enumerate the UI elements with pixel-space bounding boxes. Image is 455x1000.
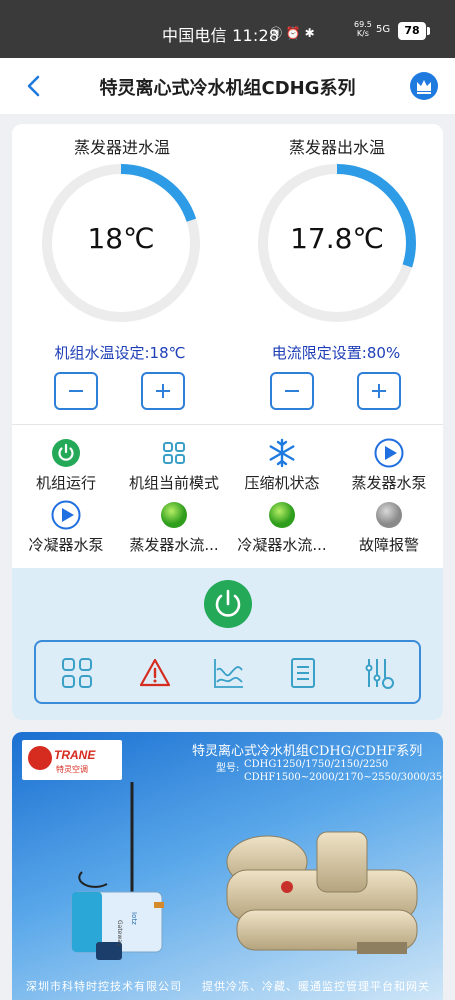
status-label: 机组运行 (35, 474, 96, 492)
battery-icon: 78 (398, 22, 426, 40)
gauge-title-inlet: 蒸发器进水温 (73, 138, 170, 157)
settings-sliders-icon (365, 659, 394, 689)
gauge-inlet: 18℃ (38, 160, 204, 326)
grid-icon (62, 658, 92, 688)
battery-tip (427, 27, 430, 35)
carrier-label: 中国电信 (162, 26, 227, 45)
list-tool-button[interactable] (286, 656, 320, 690)
list-doc-icon (291, 658, 315, 688)
net-speed: 69.5 K/s (354, 20, 372, 38)
status-compressor: 压缩机状态 (228, 438, 336, 493)
status-evaporator-pump: 蒸发器水泵 (335, 438, 443, 493)
banner-model-label: 型号: (216, 763, 240, 774)
banner-company: 深圳市科特时控技术有限公司 (26, 980, 182, 993)
status-fault-alarm: 故障报警 (335, 500, 443, 555)
vip-button[interactable] (410, 72, 438, 100)
current-limit-increase-button[interactable] (357, 372, 401, 410)
gray-dot-icon (374, 500, 404, 530)
status-label: 故障报警 (358, 536, 419, 554)
bluetooth-icon: ✱ (304, 26, 315, 40)
gauge-title-outlet: 蒸发器出水温 (288, 138, 385, 157)
control-area (12, 568, 443, 720)
play-circle-icon (374, 438, 404, 468)
product-banner[interactable]: TRANE 特灵空调 特灵离心式冷水机组CDHG/CDHF系列 型号: CDHG… (12, 732, 443, 1000)
status-label: 冷凝器水流... (237, 536, 327, 554)
banner-model-line1: CDHG1250/1750/2150/2250 (244, 759, 389, 770)
main-panel: 蒸发器进水温 18℃ 蒸发器出水温 17.8℃ 机组水温设定:18℃ 电流限定设… (12, 124, 443, 720)
play-circle-icon (51, 500, 81, 530)
status-condenser-flow: 冷凝器水流... (228, 500, 336, 555)
current-limit-decrease-button[interactable] (270, 372, 314, 410)
status-label: 蒸发器水泵 (351, 474, 427, 492)
alarm-icon: ⏰ (285, 26, 301, 40)
snowflake-icon (267, 438, 297, 468)
settings-tool-button[interactable] (362, 656, 396, 690)
trend-chart-icon (214, 659, 243, 688)
water-temp-increase-button[interactable] (141, 372, 185, 410)
power-button[interactable] (204, 580, 252, 628)
plus-icon (156, 384, 170, 398)
status-evaporator-flow: 蒸发器水流... (120, 500, 228, 555)
green-dot-icon (267, 500, 297, 530)
minus-icon (285, 390, 299, 392)
status-label: 压缩机状态 (244, 474, 320, 492)
status-label: 机组当前模式 (128, 474, 219, 492)
green-dot-icon (159, 500, 189, 530)
status-condenser-pump: 冷凝器水泵 (12, 500, 120, 555)
status-label: 冷凝器水泵 (28, 536, 104, 554)
svg-text:Iotz: Iotz (130, 912, 138, 925)
gauge-value-outlet: 17.8℃ (290, 222, 384, 255)
trane-logo-icon (28, 746, 52, 770)
current-limit-setpoint[interactable]: 电流限定设置:80% (236, 342, 436, 363)
status-unit-running: 机组运行 (12, 438, 120, 493)
status-icons: Ⓝ ⏰ ✱ (270, 24, 315, 41)
alarm-triangle-icon (139, 658, 171, 687)
nfc-icon: Ⓝ (270, 26, 283, 40)
mode-tool-button[interactable] (60, 656, 94, 690)
water-temp-decrease-button[interactable] (54, 372, 98, 410)
banner-model-line2: CDHF1500~2000/2170~2550/3000/3500 (244, 772, 443, 783)
alarm-tool-button[interactable] (138, 656, 172, 690)
power-button-icon (215, 589, 241, 617)
app-header: 特灵离心式冷水机组CDHG系列 (0, 58, 455, 114)
minus-icon (69, 390, 83, 392)
divider (12, 424, 443, 425)
signal-icon: 5G (376, 24, 391, 35)
status-time: 中国电信 11:28 (162, 22, 279, 46)
power-icon (51, 438, 81, 468)
water-temp-setpoint[interactable]: 机组水温设定:18℃ (20, 342, 220, 363)
trend-tool-button[interactable] (212, 656, 246, 690)
grid-icon (159, 438, 189, 468)
gateway-device-image: Gateway Iotz (71, 782, 164, 960)
status-bar: 中国电信 11:28 Ⓝ ⏰ ✱ 69.5 K/s 5G 78 (0, 0, 455, 58)
gauge-outlet: 17.8℃ (254, 160, 420, 326)
gauge-value-inlet: 18℃ (87, 222, 155, 255)
chiller-machine-image (226, 831, 418, 954)
plus-icon (372, 384, 386, 398)
banner-title: 特灵离心式冷水机组CDHG/CDHF系列 (192, 744, 423, 759)
function-toolbar (34, 640, 421, 704)
page-title: 特灵离心式冷水机组CDHG系列 (99, 78, 356, 99)
svg-text:Gateway: Gateway (116, 920, 123, 947)
status-current-mode: 机组当前模式 (120, 438, 228, 493)
status-label: 蒸发器水流... (129, 536, 219, 554)
banner-slogan: 提供冷冻、冷藏、暖通监控管理平台和网关 (202, 980, 430, 993)
crown-icon (417, 80, 431, 94)
